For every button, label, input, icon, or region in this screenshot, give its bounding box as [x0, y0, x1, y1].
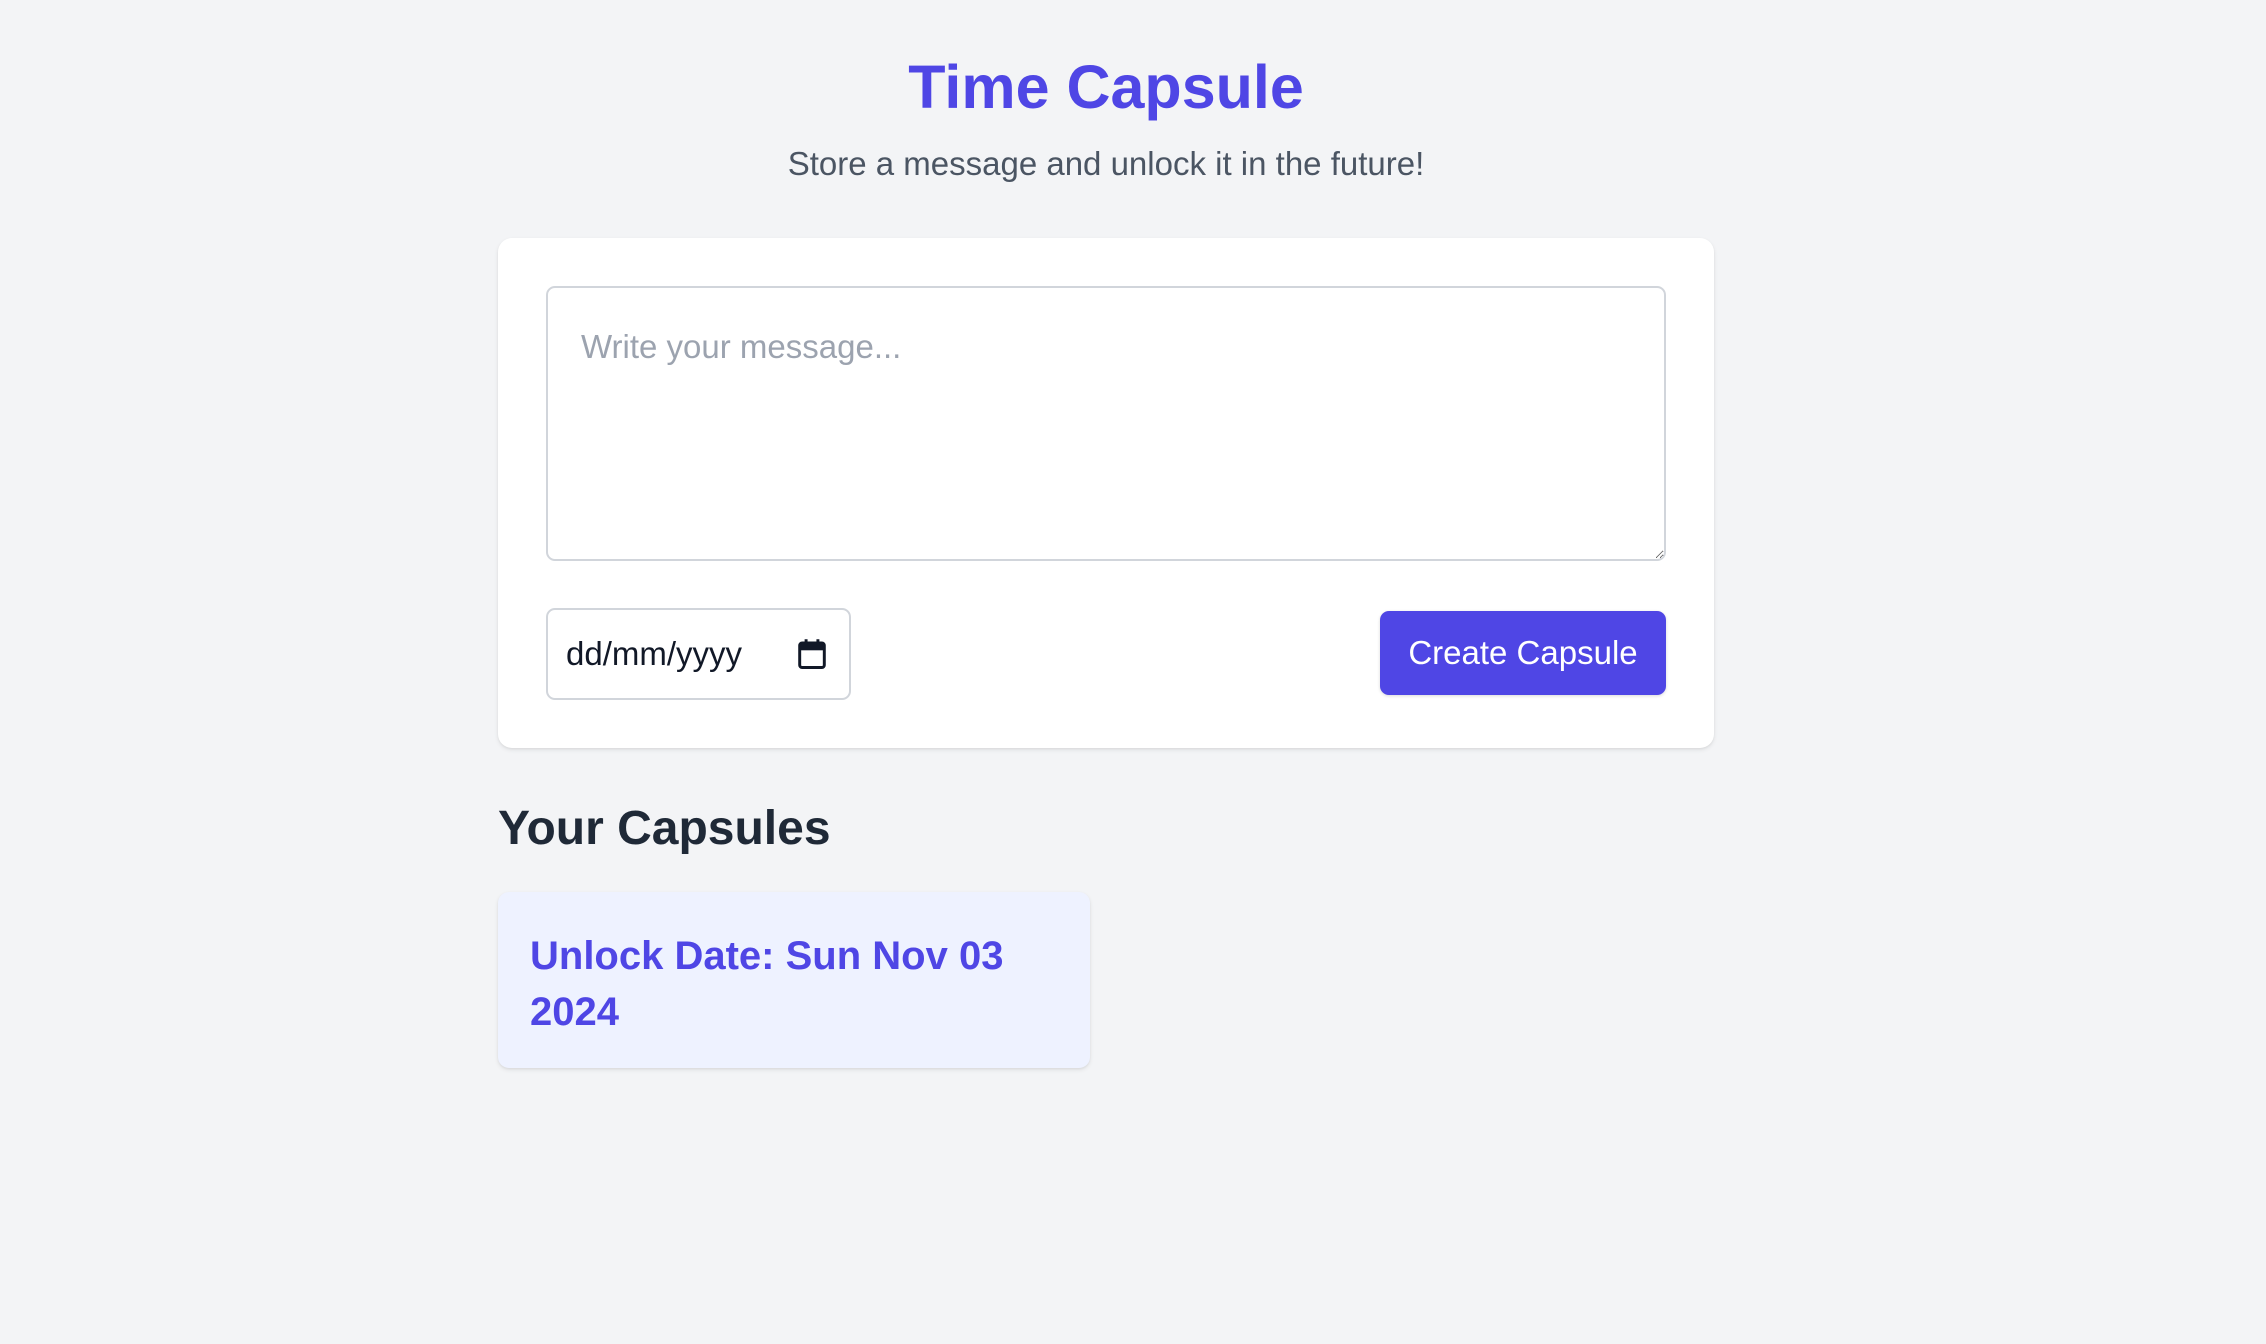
page-subtitle: Store a message and unlock it in the fut… — [787, 145, 1425, 182]
unlock-date-input[interactable]: dd/mm/yyyy — [546, 608, 851, 700]
capsules-heading: Your Capsules — [498, 802, 831, 855]
calendar-icon[interactable] — [797, 638, 827, 670]
time-capsule-page: Time Capsule Store a message and unlock … — [0, 0, 2266, 1344]
message-input[interactable] — [546, 286, 1666, 561]
create-capsule-button[interactable]: Create Capsule — [1380, 611, 1666, 695]
capsule-composer-card: dd/mm/yyyy Create Capsule — [498, 238, 1714, 748]
capsule-unlock-date: Unlock Date: Sun Nov 03 2024 — [530, 934, 1004, 1034]
capsule-card: Unlock Date: Sun Nov 03 2024 — [498, 892, 1090, 1068]
page-title: Time Capsule — [908, 53, 1304, 121]
date-placeholder: dd/mm/yyyy — [566, 635, 743, 672]
